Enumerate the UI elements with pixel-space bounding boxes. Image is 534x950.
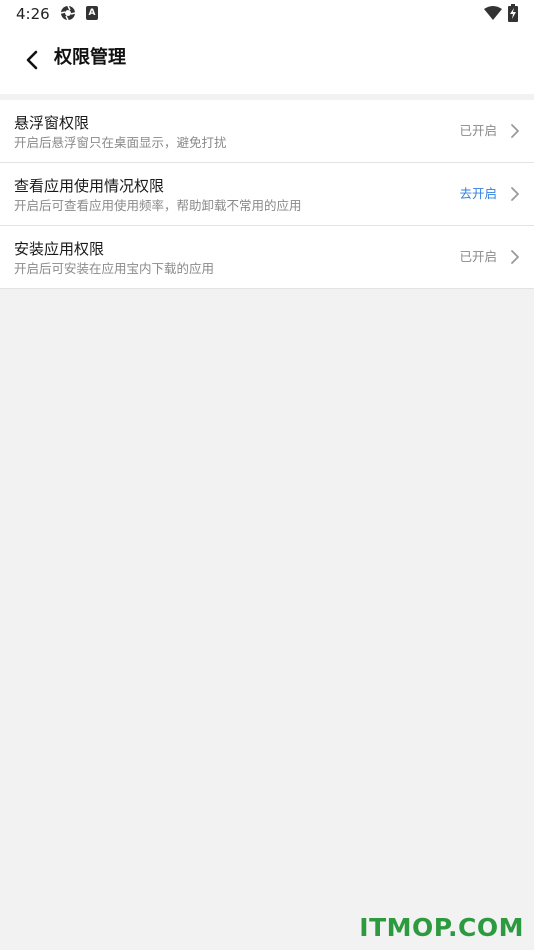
status-bar: 4:26 A <box>0 0 534 28</box>
permission-description: 开启后悬浮窗只在桌面显示，避免打扰 <box>14 135 227 150</box>
chevron-left-icon <box>26 50 38 70</box>
permission-description: 开启后可查看应用使用频率，帮助卸载不常用的应用 <box>14 198 302 213</box>
chevron-right-icon <box>511 124 519 138</box>
page-title: 权限管理 <box>54 47 126 68</box>
permission-enable-link[interactable]: 去开启 <box>459 184 497 204</box>
permission-status: 已开启 <box>459 123 497 138</box>
permission-item-floating-window[interactable]: 悬浮窗权限 开启后悬浮窗只在桌面显示，避免打扰 已开启 <box>0 100 534 163</box>
wifi-icon <box>484 6 502 20</box>
chevron-right-icon <box>511 187 519 201</box>
permission-title: 安装应用权限 <box>14 240 105 258</box>
aperture-icon <box>60 5 76 21</box>
permission-title: 悬浮窗权限 <box>14 114 90 132</box>
notification-icon: A <box>86 6 98 20</box>
permission-description: 开启后可安装在应用宝内下载的应用 <box>14 261 215 276</box>
permission-item-usage-access[interactable]: 查看应用使用情况权限 开启后可查看应用使用频率，帮助卸载不常用的应用 去开启 <box>0 163 534 226</box>
status-time: 4:26 <box>16 5 50 23</box>
battery-charging-icon <box>508 4 518 22</box>
app-bar: 权限管理 <box>0 28 534 94</box>
permission-status: 已开启 <box>459 249 497 264</box>
permission-item-install-apps[interactable]: 安装应用权限 开启后可安装在应用宝内下载的应用 已开启 <box>0 226 534 289</box>
permission-title: 查看应用使用情况权限 <box>14 177 165 195</box>
back-button[interactable] <box>16 44 48 76</box>
watermark-logo: ITMOP.COM <box>359 913 524 942</box>
chevron-right-icon <box>511 250 519 264</box>
permission-list: 悬浮窗权限 开启后悬浮窗只在桌面显示，避免打扰 已开启 查看应用使用情况权限 开… <box>0 100 534 289</box>
